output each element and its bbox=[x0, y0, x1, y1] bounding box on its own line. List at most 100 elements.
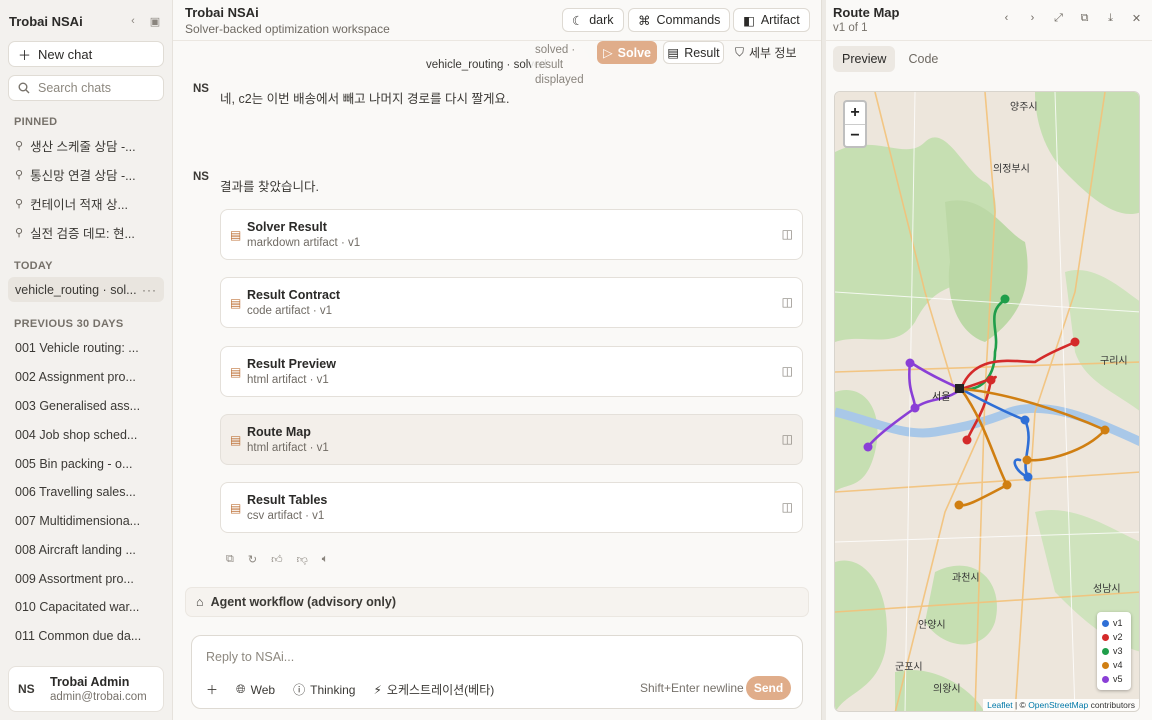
zoom-in-button[interactable]: + bbox=[845, 102, 865, 124]
pinned-item[interactable]: ⚲ 실전 검증 데모: 현... bbox=[8, 220, 164, 245]
legend-item: v1 bbox=[1102, 616, 1126, 630]
route-map[interactable]: 양주시 의정부시 구리시 서울 과천시 안양시 성남시 군포시 의왕시 + − … bbox=[834, 91, 1140, 712]
thinking-toggle[interactable]: ⓘ Thinking bbox=[293, 681, 355, 698]
thumbs-up-icon[interactable]: 👍︎ bbox=[271, 553, 283, 566]
sidebar-title: Trobai NSAi bbox=[9, 13, 83, 29]
user-name: Trobai Admin bbox=[50, 675, 130, 689]
open-panel-icon[interactable]: ◫ bbox=[782, 432, 793, 446]
message-text: 결과를 찾았습니다. bbox=[220, 180, 319, 194]
legend-item: v2 bbox=[1102, 630, 1126, 644]
result-button[interactable]: ▤ Result bbox=[663, 41, 724, 64]
bulb-icon: ⓘ bbox=[293, 683, 306, 697]
artifact-card-selected[interactable]: ▤ Route Map html artifact · v1 ◫ bbox=[220, 414, 803, 465]
attach-button[interactable]: ＋ bbox=[206, 681, 218, 698]
pinned-item[interactable]: ⚲ 컨테이너 적재 상... bbox=[8, 191, 164, 216]
map-label: 성남시 bbox=[1093, 583, 1121, 595]
pinned-item[interactable]: ⚲ 생산 스케줄 상담 -... bbox=[8, 133, 164, 158]
history-item[interactable]: 002 Assignment pro... bbox=[8, 364, 164, 389]
open-panel-icon[interactable]: ◫ bbox=[782, 295, 793, 309]
artifact-meta: code artifact · v1 bbox=[247, 305, 333, 317]
zoom-out-button[interactable]: − bbox=[845, 124, 865, 146]
message-avatar: NS bbox=[193, 83, 209, 95]
pinned-item[interactable]: ⚲ 통신망 연결 상담 -... bbox=[8, 162, 164, 187]
more-icon[interactable]: ··· bbox=[142, 283, 157, 297]
speaker-icon[interactable]: 🔈︎ bbox=[322, 553, 329, 566]
search-icon bbox=[18, 82, 30, 94]
app-subtitle: Solver-backed optimization workspace bbox=[185, 22, 390, 36]
search-chats-input[interactable]: Search chats bbox=[8, 75, 164, 101]
command-icon: ⌘ bbox=[638, 13, 651, 28]
history-item[interactable]: 008 Aircraft landing ... bbox=[8, 537, 164, 562]
sparkle-icon: ⚡︎ bbox=[373, 682, 382, 697]
send-button[interactable]: Send bbox=[746, 676, 791, 700]
map-labels-layer: 양주시 의정부시 구리시 서울 과천시 안양시 성남시 군포시 의왕시 bbox=[895, 101, 1128, 695]
map-label: 양주시 bbox=[1010, 101, 1038, 113]
reply-input[interactable]: Reply to NSAi... bbox=[206, 650, 294, 664]
artifact-card[interactable]: ▤ Result Preview html artifact · v1 ◫ bbox=[220, 346, 803, 397]
history-item[interactable]: 007 Multidimensiona... bbox=[8, 508, 164, 533]
tab-code[interactable]: Code bbox=[899, 46, 947, 72]
pin-icon: ⚲ bbox=[15, 198, 24, 210]
history-item[interactable]: 005 Bin packing - o... bbox=[8, 451, 164, 476]
thumbs-down-icon[interactable]: 👎︎ bbox=[297, 553, 308, 566]
osm-link[interactable]: OpenStreetMap bbox=[1028, 700, 1088, 710]
today-item-active[interactable]: vehicle_routing · sol... ··· bbox=[8, 277, 164, 302]
history-item[interactable]: 010 Capacitated war... bbox=[8, 594, 164, 619]
copy-icon[interactable]: ⧉ bbox=[226, 553, 234, 566]
artifact-button[interactable]: ◧ Artifact bbox=[733, 8, 810, 32]
pinned-label: PINNED bbox=[14, 116, 58, 128]
close-icon[interactable]: ✕ bbox=[1128, 12, 1145, 25]
sidebar-toggle-icon[interactable]: ▣ bbox=[146, 12, 164, 30]
plus-icon: ＋ bbox=[18, 47, 32, 63]
history-item[interactable]: 011 Common due da... bbox=[8, 623, 164, 648]
panel-toolbar: ‹ › ⤢ ⧉ ⤓ ✕ bbox=[998, 12, 1145, 25]
artifact-title: Route Map bbox=[247, 425, 311, 439]
message-text: 네, c2는 이번 배송에서 빼고 나머지 경로를 다시 짤게요. bbox=[220, 92, 510, 106]
panel-divider bbox=[826, 40, 1152, 41]
download-icon[interactable]: ⤓ bbox=[1102, 12, 1119, 25]
expand-icon[interactable]: ⤢ bbox=[1050, 12, 1067, 25]
history-item[interactable]: 006 Travelling sales... bbox=[8, 479, 164, 504]
web-toggle[interactable]: 🌐︎ Web bbox=[236, 682, 275, 697]
copy-icon[interactable]: ⧉ bbox=[1076, 12, 1093, 25]
open-panel-icon[interactable]: ◫ bbox=[782, 500, 793, 514]
retry-icon[interactable]: ↻ bbox=[248, 553, 257, 566]
history-item[interactable]: 004 Job shop sched... bbox=[8, 422, 164, 447]
artifact-card[interactable]: ▤ Result Contract code artifact · v1 ◫ bbox=[220, 277, 803, 328]
file-icon: ▤ bbox=[230, 365, 242, 379]
legend-item: v3 bbox=[1102, 644, 1126, 658]
new-chat-label: New chat bbox=[38, 46, 93, 62]
open-panel-icon[interactable]: ◫ bbox=[782, 227, 793, 241]
artifact-meta: html artifact · v1 bbox=[247, 442, 329, 454]
legend-item: v5 bbox=[1102, 672, 1126, 686]
history-item[interactable]: 001 Vehicle routing: ... bbox=[8, 335, 164, 360]
next-icon[interactable]: › bbox=[1024, 12, 1041, 25]
history-item[interactable]: 003 Generalised ass... bbox=[8, 393, 164, 418]
user-card[interactable]: NS Trobai Admin admin@trobai.com bbox=[8, 666, 164, 712]
tab-preview[interactable]: Preview bbox=[833, 46, 896, 72]
commands-button[interactable]: ⌘ Commands bbox=[628, 8, 731, 32]
artifact-card[interactable]: ▤ Result Tables csv artifact · v1 ◫ bbox=[220, 482, 803, 533]
theme-toggle-button[interactable]: ☾ dark bbox=[562, 8, 624, 32]
open-panel-icon[interactable]: ◫ bbox=[782, 364, 793, 378]
document-icon: ▤ bbox=[667, 46, 680, 60]
leaflet-link[interactable]: Leaflet bbox=[987, 700, 1013, 710]
collapse-icon[interactable]: ‹ bbox=[124, 12, 142, 30]
orchestration-toggle[interactable]: ⚡︎ 오케스트레이션(베타) bbox=[373, 681, 494, 698]
artifact-title: Result Preview bbox=[247, 357, 336, 371]
artifact-panel: Route Map v1 of 1 ‹ › ⤢ ⧉ ⤓ ✕ Preview Co… bbox=[826, 0, 1152, 720]
topbar: Trobai NSAi Solver-backed optimization w… bbox=[173, 0, 821, 41]
solve-button[interactable]: ▷ Solve bbox=[597, 41, 657, 64]
artifact-card[interactable]: ▤ Solver Result markdown artifact · v1 ◫ bbox=[220, 209, 803, 260]
panel-version: v1 of 1 bbox=[833, 22, 868, 34]
agent-workflow-toggle[interactable]: ⌂ Agent workflow (advisory only) bbox=[185, 587, 809, 617]
legend-dot bbox=[1102, 647, 1109, 655]
prev-icon[interactable]: ‹ bbox=[998, 12, 1015, 25]
code-file-icon: ▤ bbox=[230, 296, 242, 310]
message-actions: ⧉ ↻ 👍︎ 👎︎ 🔈︎ bbox=[226, 553, 328, 566]
today-label: TODAY bbox=[14, 260, 53, 272]
history-item[interactable]: 009 Assortment pro... bbox=[8, 566, 164, 591]
new-chat-button[interactable]: ＋ New chat bbox=[8, 41, 164, 67]
details-button[interactable]: ⛉ 세부 정보 bbox=[735, 44, 797, 61]
panel-title: Route Map bbox=[833, 5, 900, 20]
